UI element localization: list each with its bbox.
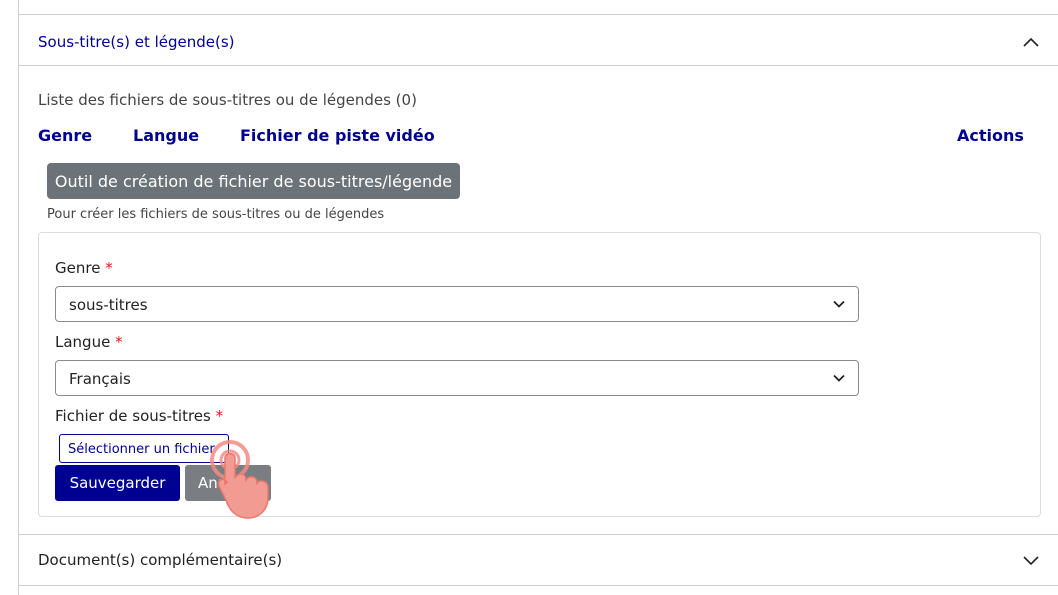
genre-select[interactable]: sous-titres (55, 286, 859, 322)
genre-label: Genre * (55, 259, 113, 277)
hand-pointer-icon (210, 440, 269, 519)
subtitle-tool-helper: Pour créer les fichiers de sous-titres o… (47, 207, 385, 222)
chevron-up-icon[interactable] (1022, 36, 1040, 48)
divider (18, 65, 1058, 66)
required-mark: * (215, 407, 224, 425)
genre-select-value: sous-titres (69, 296, 148, 314)
select-file-button[interactable]: Sélectionner un fichier (59, 434, 229, 463)
accordion-title-subtitles[interactable]: Sous-titre(s) et légende(s) (38, 33, 235, 51)
langue-select-value: Français (69, 370, 131, 388)
langue-label: Langue * (55, 333, 123, 351)
langue-label-text: Langue (55, 333, 111, 351)
subtitle-tool-button[interactable]: Outil de création de fichier de sous-tit… (47, 163, 460, 199)
divider (18, 14, 1058, 15)
required-mark: * (105, 259, 113, 277)
genre-label-text: Genre (55, 259, 101, 277)
save-button[interactable]: Sauvegarder (55, 465, 180, 501)
langue-select[interactable]: Français (55, 360, 859, 396)
column-header-langue: Langue (133, 126, 200, 145)
chevron-down-icon[interactable] (1022, 554, 1040, 566)
subtitles-list-caption: Liste des fichiers de sous-titres ou de … (38, 91, 417, 109)
fichier-label-text: Fichier de sous-titres (55, 407, 211, 425)
column-header-actions: Actions (957, 126, 1024, 145)
column-header-genre: Genre (38, 126, 93, 145)
chevron-down-icon (833, 300, 845, 308)
required-mark: * (115, 333, 123, 351)
divider (18, 585, 1058, 586)
accordion-title-documents[interactable]: Document(s) complémentaire(s) (38, 551, 282, 569)
divider (18, 534, 1058, 535)
column-header-fichier: Fichier de piste vidéo (240, 126, 435, 145)
fichier-label: Fichier de sous-titres * (55, 407, 223, 425)
chevron-down-icon (833, 374, 845, 382)
